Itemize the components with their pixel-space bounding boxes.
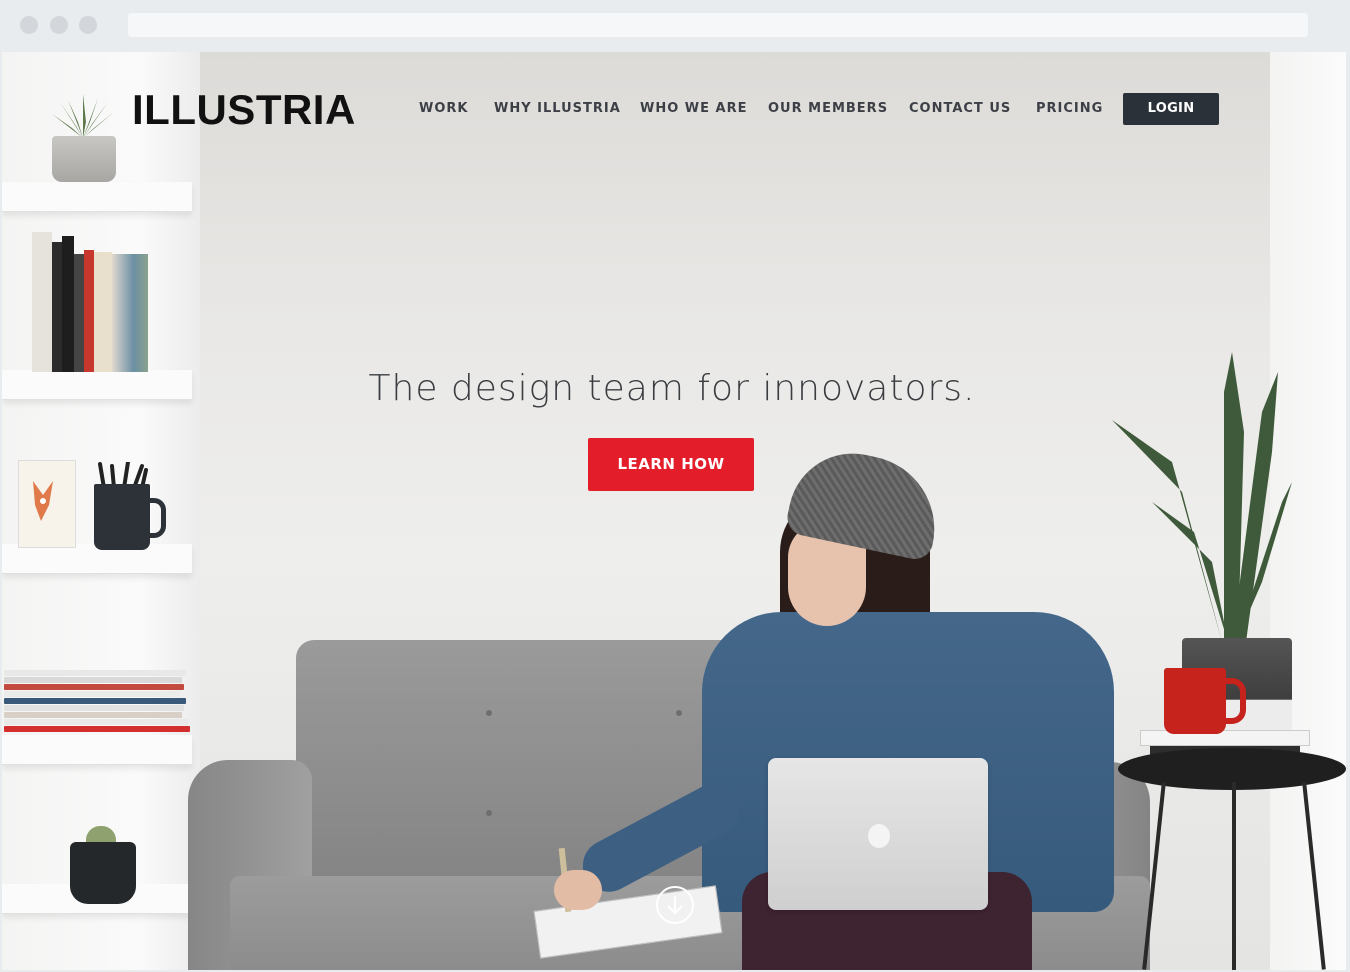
shelf bbox=[2, 735, 192, 765]
hero-headline: The design team for innovators. bbox=[368, 368, 976, 409]
nav-item-work[interactable]: WORK bbox=[419, 101, 468, 116]
nav-item-why-illustria[interactable]: WHY ILLUSTRIA bbox=[494, 101, 621, 116]
shelf bbox=[2, 370, 192, 400]
black-pot-image bbox=[70, 842, 136, 904]
window-minimize-icon[interactable] bbox=[50, 16, 68, 34]
apple-logo-icon bbox=[868, 824, 890, 848]
site-logo[interactable]: ILLUSTRIA bbox=[132, 86, 356, 134]
page-viewport: ILLUSTRIA WORK WHY ILLUSTRIA WHO WE ARE … bbox=[2, 52, 1346, 970]
shelf bbox=[2, 182, 192, 212]
red-mug-image bbox=[1164, 668, 1246, 734]
arrow-down-circle-icon[interactable] bbox=[656, 886, 694, 924]
black-mug-image bbox=[94, 484, 166, 550]
window-close-icon[interactable] bbox=[20, 16, 38, 34]
browser-toolbar bbox=[0, 0, 1350, 52]
nav-item-pricing[interactable]: PRICING bbox=[1036, 101, 1103, 116]
person-hand bbox=[554, 870, 602, 910]
nav-item-our-members[interactable]: OUR MEMBERS bbox=[768, 101, 888, 116]
window-maximize-icon[interactable] bbox=[79, 16, 97, 34]
nav-item-who-we-are[interactable]: WHO WE ARE bbox=[640, 101, 748, 116]
address-bar[interactable] bbox=[128, 13, 1308, 37]
books-image bbox=[32, 230, 152, 372]
login-button[interactable]: LOGIN bbox=[1123, 93, 1219, 125]
browser-window: ILLUSTRIA WORK WHY ILLUSTRIA WHO WE ARE … bbox=[0, 0, 1350, 972]
learn-how-button[interactable]: LEARN HOW bbox=[588, 438, 754, 491]
nav-item-contact-us[interactable]: CONTACT US bbox=[909, 101, 1011, 116]
magazines-image bbox=[4, 670, 190, 738]
table-leg bbox=[1232, 782, 1236, 970]
fox-postcard-image bbox=[18, 460, 76, 548]
concrete-pot-image bbox=[52, 136, 116, 182]
succulent-plant-image bbox=[52, 94, 114, 138]
snake-plant-image bbox=[1112, 352, 1292, 642]
